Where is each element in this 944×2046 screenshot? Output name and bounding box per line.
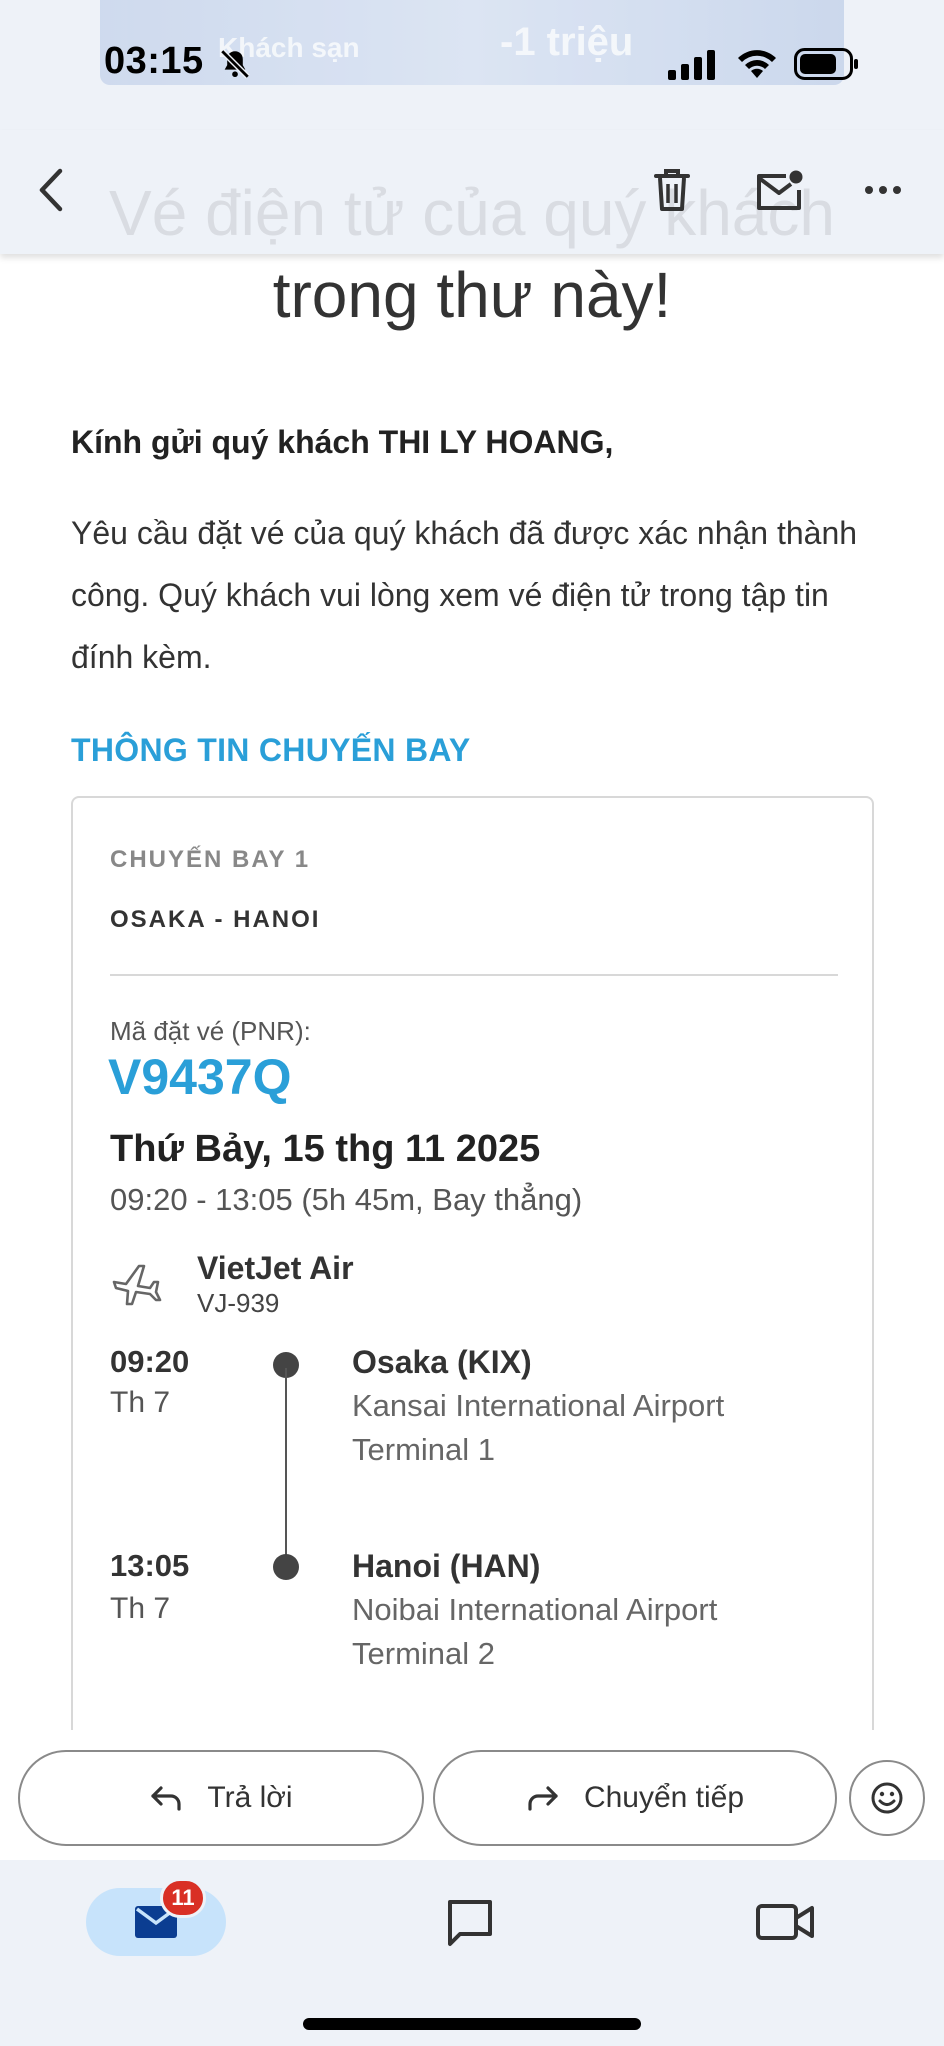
mark-unread-icon xyxy=(757,170,803,210)
chat-icon[interactable] xyxy=(440,1892,500,1952)
departure-time: 09:20 xyxy=(110,1344,190,1379)
arrival-terminal: Terminal 2 xyxy=(352,1636,495,1671)
action-bar: Trả lời Chuyển tiếp xyxy=(0,1730,944,1860)
unread-count-badge: 11 xyxy=(160,1878,206,1918)
departure-day: Th 7 xyxy=(110,1386,171,1419)
departure-airport: Kansai International Airport xyxy=(352,1388,725,1423)
pnr-label: Mã đặt vé (PNR): xyxy=(110,1016,311,1046)
greeting: Kính gửi quý khách THI LY HOANG, xyxy=(71,424,614,460)
forward-icon xyxy=(528,1786,558,1811)
mark-unread-button[interactable] xyxy=(748,160,810,220)
reply-label: Trả lời xyxy=(207,1781,293,1814)
silent-bell-icon xyxy=(220,49,250,79)
email-headline: trong thư này! xyxy=(272,259,672,331)
flight-route: OSAKA - HANOI xyxy=(110,906,321,933)
wifi-icon xyxy=(738,50,776,78)
section-title: THÔNG TIN CHUYẾN BAY xyxy=(71,732,471,768)
airplane-icon xyxy=(112,1264,162,1306)
back-arrow-icon xyxy=(39,168,63,212)
trash-icon xyxy=(654,169,690,211)
reply-icon xyxy=(151,1786,181,1811)
more-options-button[interactable] xyxy=(856,160,910,220)
more-icon xyxy=(865,186,901,194)
flight-date: Thứ Bảy, 15 thg 11 2025 xyxy=(110,1128,541,1170)
banner-text-right: -1 triệu xyxy=(500,20,634,64)
emoji-reaction-button[interactable] xyxy=(849,1760,925,1836)
airline-name: VietJet Air xyxy=(197,1250,354,1286)
flight-label: CHUYẾN BAY 1 xyxy=(110,846,311,873)
flight-code: VJ-939 xyxy=(197,1288,280,1318)
smiley-icon xyxy=(871,1782,903,1814)
status-time: 03:15 xyxy=(104,40,204,82)
arrival-time: 13:05 xyxy=(110,1548,190,1583)
video-call-icon[interactable] xyxy=(752,1892,818,1952)
cellular-signal-icon xyxy=(668,50,715,80)
forward-label: Chuyển tiếp xyxy=(583,1781,745,1814)
delete-button[interactable] xyxy=(645,160,699,220)
bottom-navigation: 11 xyxy=(0,1860,944,2046)
flight-times: 09:20 - 13:05 (5h 45m, Bay thẳng) xyxy=(110,1182,583,1217)
timeline-line xyxy=(285,1368,287,1572)
reply-button[interactable]: Trả lời xyxy=(18,1750,424,1846)
departure-terminal: Terminal 1 xyxy=(352,1432,495,1467)
home-indicator xyxy=(303,2018,641,2030)
forward-button[interactable]: Chuyển tiếp xyxy=(433,1750,837,1846)
notification-banner: Khách sạn -1 triệu xyxy=(100,0,844,85)
arrival-city: Hanoi (HAN) xyxy=(352,1548,541,1584)
departure-city: Osaka (KIX) xyxy=(352,1344,532,1380)
arrival-dot xyxy=(273,1554,299,1580)
status-bar: Khách sạn -1 triệu 03:15 xyxy=(0,0,944,130)
back-button[interactable] xyxy=(20,160,80,220)
arrival-day: Th 7 xyxy=(110,1592,171,1625)
flight-card: CHUYẾN BAY 1 OSAKA - HANOI Mã đặt vé (PN… xyxy=(71,796,874,1746)
battery-icon xyxy=(794,48,858,80)
intro-text: Yêu cầu đặt vé của quý khách đã được xác… xyxy=(71,515,858,675)
arrival-airport: Noibai International Airport xyxy=(352,1592,718,1627)
divider xyxy=(110,974,838,976)
pnr-code[interactable]: V9437Q xyxy=(108,1048,291,1106)
